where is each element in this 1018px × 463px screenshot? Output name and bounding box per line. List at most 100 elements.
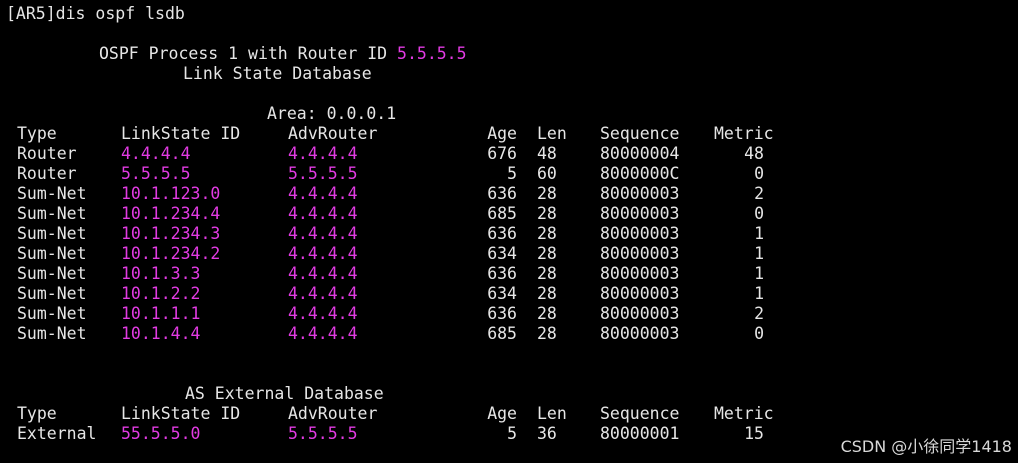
lsa-row: Sum-Net 10.1.3.3 4.4.4.4 636 28 80000003 1: [0, 264, 1018, 284]
lsa-len: 28: [537, 264, 557, 283]
lsa-metric: 1: [754, 244, 764, 263]
lsa-len: 28: [537, 184, 557, 203]
lsa-linkstate-id: 10.1.3.3: [121, 264, 201, 283]
column-header-sequence: Sequence: [600, 404, 680, 423]
lsa-metric: 1: [754, 284, 764, 303]
lsa-metric: 2: [754, 304, 764, 323]
column-header-type: Type: [17, 124, 57, 143]
lsa-adv-router: 4.4.4.4: [288, 284, 358, 303]
lsa-row: Sum-Net 10.1.2.2 4.4.4.4 634 28 80000003 1: [0, 284, 1018, 304]
lsa-len: 28: [537, 284, 557, 303]
column-header-adv-router: AdvRouter: [288, 124, 378, 143]
external-db-label: AS External Database: [185, 384, 384, 403]
lsa-linkstate-id: 10.1.4.4: [121, 324, 201, 343]
command-line: [AR5]dis ospf lsdb: [6, 4, 185, 23]
lsa-row: Sum-Net 10.1.4.4 4.4.4.4 685 28 80000003 0: [0, 324, 1018, 344]
lsa-linkstate-id: 10.1.234.4: [121, 204, 221, 223]
column-header-row: Type LinkState ID AdvRouter Age Len Sequence M…: [0, 124, 1018, 144]
lsa-adv-router: 5.5.5.5: [288, 164, 358, 183]
lsa-linkstate-id: 55.5.5.0: [121, 424, 201, 443]
lsa-type: Sum-Net: [17, 184, 87, 203]
lsa-age: 636: [487, 304, 517, 323]
lsa-adv-router: 4.4.4.4: [288, 224, 358, 243]
lsa-type: Sum-Net: [17, 224, 87, 243]
column-header-type: Type: [17, 404, 57, 423]
lsa-type: Sum-Net: [17, 304, 87, 323]
lsa-type: Sum-Net: [17, 244, 87, 263]
lsa-type: Sum-Net: [17, 204, 87, 223]
lsa-age: 636: [487, 184, 517, 203]
watermark: CSDN @小徐同学1418: [840, 437, 1012, 456]
lsa-type: Sum-Net: [17, 284, 87, 303]
lsa-sequence: 80000003: [600, 184, 680, 203]
process-title-text: OSPF Process 1 with Router ID: [99, 44, 398, 63]
lsa-adv-router: 4.4.4.4: [288, 144, 358, 163]
area-label: Area: 0.0.0.1: [267, 104, 397, 123]
column-header-age: Age: [487, 404, 517, 423]
lsa-type: Sum-Net: [17, 264, 87, 283]
lsa-age: 5: [507, 164, 517, 183]
lsa-len: 28: [537, 224, 557, 243]
lsa-sequence: 8000000C: [600, 164, 680, 183]
lsa-linkstate-id: 5.5.5.5: [121, 164, 191, 183]
lsa-metric: 0: [754, 324, 764, 343]
router-id: 5.5.5.5: [397, 44, 467, 63]
lsa-sequence: 80000003: [600, 204, 680, 223]
lsa-sequence: 80000003: [600, 304, 680, 323]
lsa-len: 36: [537, 424, 557, 443]
lsa-row: Router 4.4.4.4 4.4.4.4 676 48 80000004 48: [0, 144, 1018, 164]
lsa-linkstate-id: 10.1.234.3: [121, 224, 221, 243]
lsa-row: Sum-Net 10.1.234.2 4.4.4.4 634 28 80000003 1: [0, 244, 1018, 264]
lsa-linkstate-id: 10.1.123.0: [121, 184, 221, 203]
lsa-age: 636: [487, 224, 517, 243]
lsa-adv-router: 4.4.4.4: [288, 184, 358, 203]
lsa-age: 636: [487, 264, 517, 283]
process-title: OSPF Process 1 with Router ID 5.5.5.5: [99, 44, 467, 64]
lsa-metric: 0: [754, 204, 764, 223]
lsa-metric: 48: [744, 144, 764, 163]
lsa-len: 28: [537, 244, 557, 263]
lsa-sequence: 80000003: [600, 244, 680, 263]
lsa-row: Sum-Net 10.1.234.3 4.4.4.4 636 28 80000003 1: [0, 224, 1018, 244]
column-header-linkstate-id: LinkState ID: [121, 404, 241, 423]
lsa-row: Sum-Net 10.1.234.4 4.4.4.4 685 28 80000003 0: [0, 204, 1018, 224]
lsa-sequence: 80000003: [600, 264, 680, 283]
lsa-metric: 1: [754, 264, 764, 283]
lsa-type: Sum-Net: [17, 324, 87, 343]
lsa-adv-router: 4.4.4.4: [288, 264, 358, 283]
lsa-row: Router 5.5.5.5 5.5.5.5 5 60 8000000C 0: [0, 164, 1018, 184]
lsa-row: Sum-Net 10.1.123.0 4.4.4.4 636 28 80000003 2: [0, 184, 1018, 204]
column-header-metric: Metric: [714, 124, 774, 143]
lsa-type: External: [17, 424, 97, 443]
lsa-sequence: 80000003: [600, 224, 680, 243]
lsa-age: 685: [487, 204, 517, 223]
lsa-len: 28: [537, 204, 557, 223]
lsa-age: 634: [487, 284, 517, 303]
lsa-adv-router: 5.5.5.5: [288, 424, 358, 443]
lsa-metric: 0: [754, 164, 764, 183]
column-header-row: Type LinkState ID AdvRouter Age Len Sequence M…: [0, 404, 1018, 424]
lsa-sequence: 80000001: [600, 424, 680, 443]
column-header-age: Age: [487, 124, 517, 143]
column-header-sequence: Sequence: [600, 124, 680, 143]
lsa-len: 28: [537, 304, 557, 323]
lsa-age: 685: [487, 324, 517, 343]
lsa-adv-router: 4.4.4.4: [288, 324, 358, 343]
terminal-window[interactable]: [AR5]dis ospf lsdb OSPF Process 1 with R…: [0, 0, 1018, 463]
lsa-adv-router: 4.4.4.4: [288, 244, 358, 263]
lsa-age: 5: [507, 424, 517, 443]
lsa-adv-router: 4.4.4.4: [288, 204, 358, 223]
column-header-linkstate-id: LinkState ID: [121, 124, 241, 143]
column-header-adv-router: AdvRouter: [288, 404, 378, 423]
column-header-metric: Metric: [714, 404, 774, 423]
lsa-len: 60: [537, 164, 557, 183]
lsa-sequence: 80000003: [600, 324, 680, 343]
lsa-row: Sum-Net 10.1.1.1 4.4.4.4 636 28 80000003 2: [0, 304, 1018, 324]
lsa-adv-router: 4.4.4.4: [288, 304, 358, 323]
lsa-sequence: 80000003: [600, 284, 680, 303]
lsa-age: 676: [487, 144, 517, 163]
column-header-len: Len: [537, 124, 567, 143]
lsa-sequence: 80000004: [600, 144, 680, 163]
lsa-age: 634: [487, 244, 517, 263]
column-header-len: Len: [537, 404, 567, 423]
